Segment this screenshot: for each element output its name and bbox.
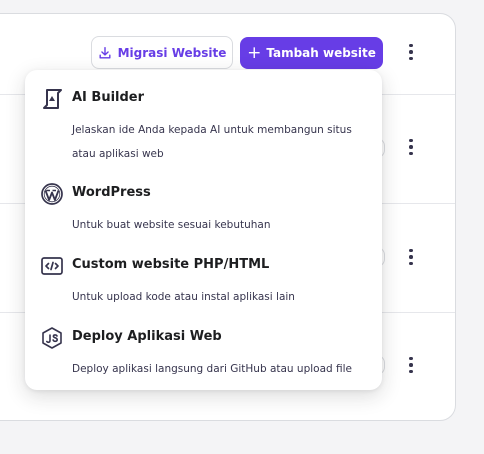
add-website-label: Tambah website bbox=[266, 46, 376, 60]
nodejs-icon bbox=[42, 327, 62, 349]
menu-item-title: WordPress bbox=[72, 185, 151, 200]
menu-item-description: Untuk buat website sesuai kebutuhan bbox=[72, 219, 271, 231]
row-more-options-button[interactable] bbox=[399, 135, 423, 159]
menu-item-ai-builder[interactable]: AI Builder Jelaskan ide Anda kepada AI u… bbox=[25, 87, 382, 160]
menu-item-description: Jelaskan ide Anda kepada AI untuk memban… bbox=[72, 124, 352, 160]
header-more-options-button[interactable] bbox=[399, 40, 423, 64]
wordpress-icon bbox=[41, 183, 63, 205]
menu-item-title: AI Builder bbox=[72, 90, 145, 105]
plus-icon: + bbox=[247, 42, 262, 63]
menu-item-wordpress[interactable]: WordPress Untuk buat website sesuai kebu… bbox=[25, 182, 382, 231]
menu-item-title: Deploy Aplikasi Web bbox=[72, 329, 222, 344]
menu-item-custom-website[interactable]: Custom website PHP/HTML Untuk upload kod… bbox=[25, 254, 382, 303]
menu-item-description: Deploy aplikasi langsung dari GitHub ata… bbox=[72, 363, 353, 375]
ai-builder-icon bbox=[43, 89, 62, 109]
row-more-options-button[interactable] bbox=[399, 353, 423, 377]
menu-item-deploy-web-app[interactable]: Deploy Aplikasi Web Deploy aplikasi lang… bbox=[25, 326, 382, 375]
menu-item-title: Custom website PHP/HTML bbox=[72, 257, 270, 272]
migrate-website-label: Migrasi Website bbox=[117, 45, 227, 60]
add-website-dropdown-menu: AI Builder Jelaskan ide Anda kepada AI u… bbox=[25, 70, 382, 390]
row-more-options-button[interactable] bbox=[399, 245, 423, 269]
add-website-button[interactable]: + Tambah website bbox=[240, 37, 383, 69]
menu-item-description: Untuk upload kode atau instal aplikasi l… bbox=[72, 291, 295, 303]
code-icon bbox=[41, 257, 63, 275]
download-icon bbox=[99, 46, 111, 59]
migrate-website-button[interactable]: Migrasi Website bbox=[91, 36, 233, 69]
